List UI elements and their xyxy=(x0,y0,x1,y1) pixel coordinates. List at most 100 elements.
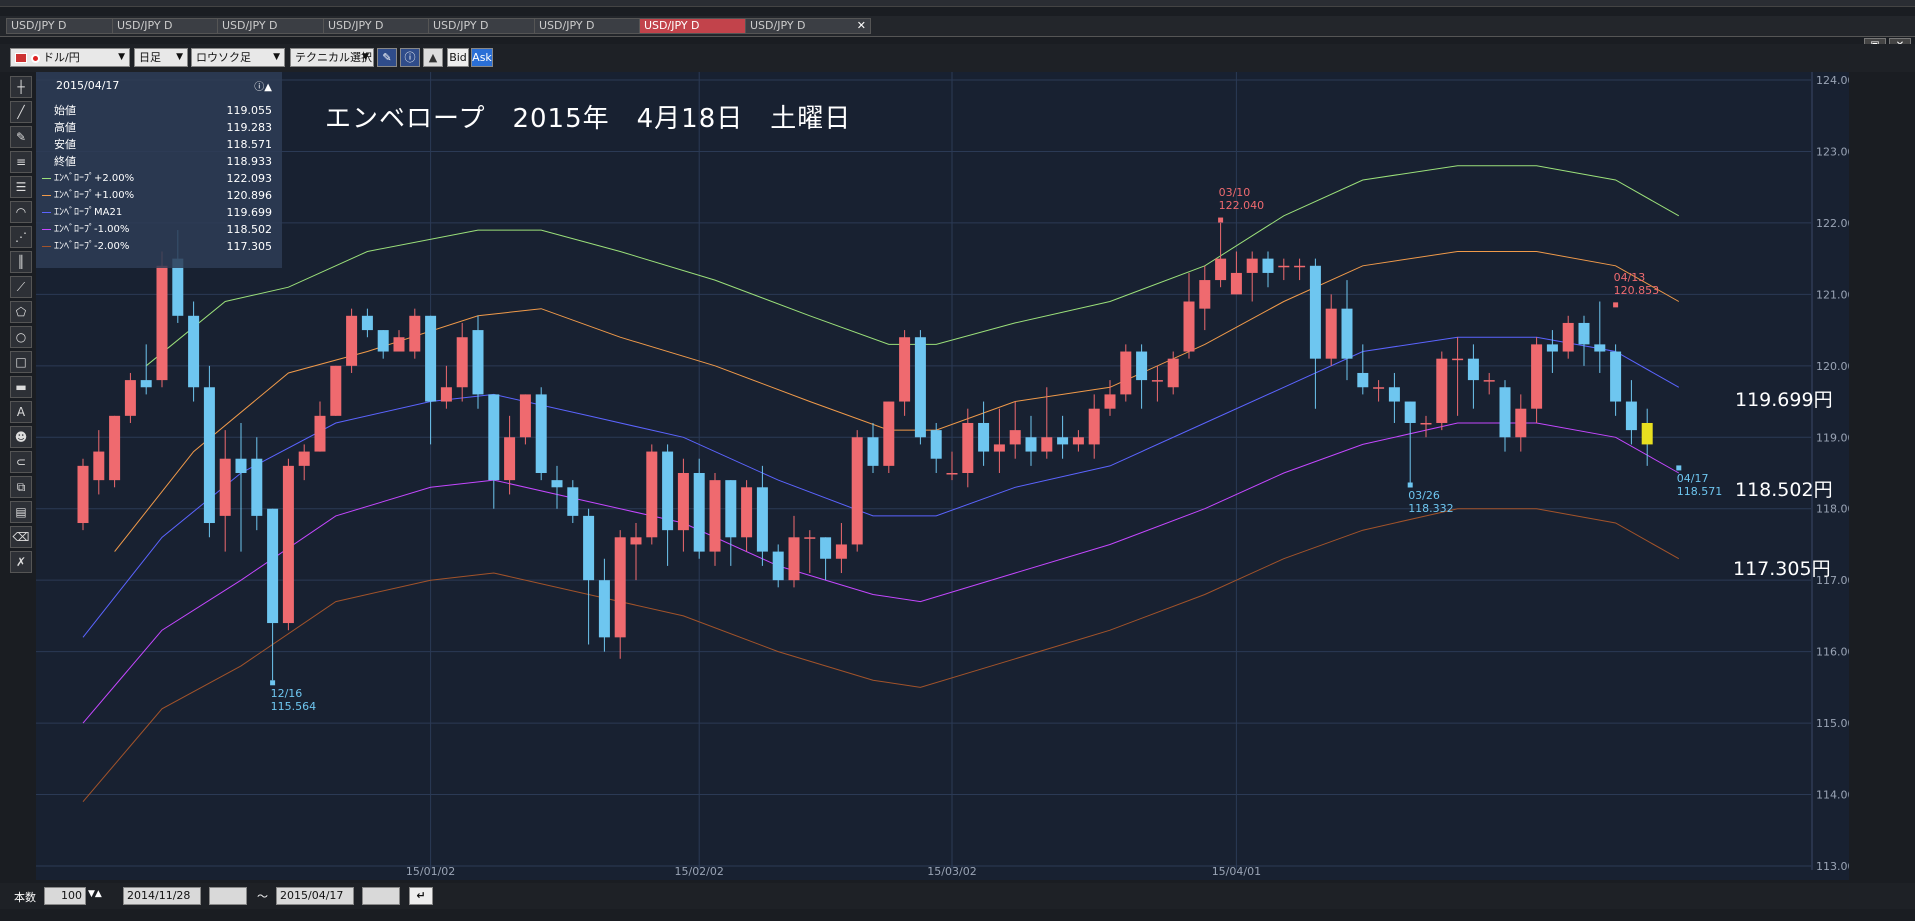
y-tick-label: 123.00 xyxy=(1816,145,1849,158)
line-color-swatch xyxy=(42,195,51,196)
pitchfork-icon[interactable]: ⟋ xyxy=(10,276,32,298)
info-label: 安値 xyxy=(54,138,76,151)
jp-flag-icon xyxy=(30,53,40,63)
mountain-chart-icon[interactable]: ▲ xyxy=(423,48,443,67)
info-row: 始値 119.055 xyxy=(46,102,272,119)
x-tick-label: 15/01/02 xyxy=(406,865,455,878)
horizontal-lines-icon[interactable]: ≡ xyxy=(10,151,32,173)
candle-body xyxy=(646,451,658,538)
fan-icon[interactable]: ⋰ xyxy=(10,226,32,248)
eraser-icon[interactable]: ⌫ xyxy=(10,526,32,548)
candle-body xyxy=(772,551,784,581)
info-date: 2015/04/17 xyxy=(56,79,120,92)
pen-icon[interactable]: ✎ xyxy=(377,48,397,67)
candle-body xyxy=(219,458,231,516)
bid-button[interactable]: Bid xyxy=(447,48,469,67)
candle-body xyxy=(377,330,389,352)
candle-body xyxy=(1104,394,1116,409)
divider-icon[interactable]: ▬ xyxy=(10,376,32,398)
y-tick-label: 113.00 xyxy=(1816,860,1849,873)
info-row: ｴﾝﾍﾞﾛｰﾌﾟ-1.00% 118.502 xyxy=(42,221,272,238)
count-label: 本数 xyxy=(14,891,36,904)
candle-body xyxy=(567,487,579,516)
candle-body xyxy=(835,544,847,559)
info-label: 終値 xyxy=(54,155,76,168)
return-icon[interactable]: ↵ xyxy=(409,887,433,905)
info-label: 始値 xyxy=(54,104,76,117)
envelope-line xyxy=(145,165,1680,367)
candle-body xyxy=(677,473,689,531)
candle-body xyxy=(393,337,405,352)
chart-type-select[interactable]: ロウソク足 ▼ xyxy=(191,48,285,67)
emoji-icon[interactable]: ☻ xyxy=(10,426,32,448)
extreme-date-label: 12/16 xyxy=(271,687,303,700)
candle-body xyxy=(1531,344,1543,409)
candle-body xyxy=(1057,437,1069,445)
candle-body xyxy=(93,451,105,481)
candle-body xyxy=(1183,301,1195,352)
y-tick-label: 119.00 xyxy=(1816,431,1849,444)
arc-icon[interactable]: ◠ xyxy=(10,201,32,223)
trendline-icon[interactable]: ╱ xyxy=(10,101,32,123)
candle-body xyxy=(614,537,626,638)
extreme-marker xyxy=(270,680,276,686)
fibonacci-icon[interactable]: ☰ xyxy=(10,176,32,198)
info-row: 安値 118.571 xyxy=(46,136,272,153)
crosshair-icon[interactable]: ┼ xyxy=(10,76,32,98)
vertical-lines-icon[interactable]: ║ xyxy=(10,251,32,273)
ask-button[interactable]: Ask xyxy=(471,48,493,67)
candle-body xyxy=(1009,430,1021,445)
info-value: 119.699 xyxy=(226,206,273,219)
tab-usdjpy-8[interactable]: USD/JPY D ✕ xyxy=(745,18,871,34)
candle-body xyxy=(741,487,753,538)
y-tick-label: 116.00 xyxy=(1816,646,1849,659)
candle-body xyxy=(930,430,942,459)
pencil-icon[interactable]: ✎ xyxy=(10,126,32,148)
info-label: 高値 xyxy=(54,121,76,134)
candle-body xyxy=(725,480,737,538)
circle-icon[interactable]: ○ xyxy=(10,326,32,348)
candle-body xyxy=(203,387,215,524)
candle-body xyxy=(1151,380,1163,382)
candle-body xyxy=(1072,437,1084,445)
bar-count-input[interactable]: 100 xyxy=(44,887,86,905)
extreme-value-label: 118.332 xyxy=(1408,502,1454,515)
extreme-date-label: 03/26 xyxy=(1408,489,1440,502)
currency-pair-select[interactable]: ドル/円 ▼ xyxy=(10,48,130,67)
candle-body xyxy=(1167,358,1179,388)
info-row: 終値 118.933 xyxy=(46,153,272,170)
drawing-tools: ┼ ╱ ✎ ≡ ☰ ◠ ⋰ ║ ⟋ ⬠ ○ □ ▬ A ☻ ⊂ ⧉ ▤ ⌫ ✗ xyxy=(10,76,34,576)
rectangle-icon[interactable]: □ xyxy=(10,351,32,373)
to-date-input[interactable]: 2015/04/17 xyxy=(276,887,354,905)
candle-body xyxy=(1199,280,1211,309)
text-icon[interactable]: A xyxy=(10,401,32,423)
candle-body xyxy=(1309,265,1321,359)
to-time-input[interactable] xyxy=(362,887,400,905)
magnet-icon[interactable]: ⊂ xyxy=(10,451,32,473)
chevron-down-icon: ▼ xyxy=(118,52,125,62)
candle-body xyxy=(1483,380,1495,382)
chart-area[interactable]: 124.00 123.00 122.00 121.00 120.00 119.00 118.… xyxy=(36,72,1849,880)
clear-icon[interactable]: ✗ xyxy=(10,551,32,573)
paste-icon[interactable]: ▤ xyxy=(10,501,32,523)
candle-body xyxy=(1594,344,1606,352)
info-collapse-icon[interactable]: ⓘ▲ xyxy=(254,78,272,93)
pentagon-icon[interactable]: ⬠ xyxy=(10,301,32,323)
candle-body xyxy=(1420,422,1432,425)
candle-body xyxy=(1088,408,1100,445)
info-icon[interactable]: ⓘ xyxy=(400,48,420,67)
candle-body xyxy=(1610,351,1622,402)
chart-title: エンベロープ 2015年 4月18日 土曜日 xyxy=(325,104,852,134)
from-time-input[interactable] xyxy=(209,887,247,905)
count-stepper-icon[interactable]: ▼▲ xyxy=(88,889,102,899)
close-icon[interactable]: ✕ xyxy=(857,19,866,33)
timeframe-select[interactable]: 日足 ▼ xyxy=(134,48,188,67)
from-date-input[interactable]: 2014/11/28 xyxy=(123,887,201,905)
price-label-ma21: 119.699円 xyxy=(1735,389,1833,411)
extreme-value-label: 122.040 xyxy=(1219,199,1265,212)
copy-icon[interactable]: ⧉ xyxy=(10,476,32,498)
candle-body xyxy=(314,415,326,452)
technical-select[interactable]: テクニカル選択 ▼ xyxy=(290,48,374,67)
candle-body xyxy=(1578,322,1590,345)
info-label: ｴﾝﾍﾞﾛｰﾌﾟ-1.00% xyxy=(54,224,130,235)
